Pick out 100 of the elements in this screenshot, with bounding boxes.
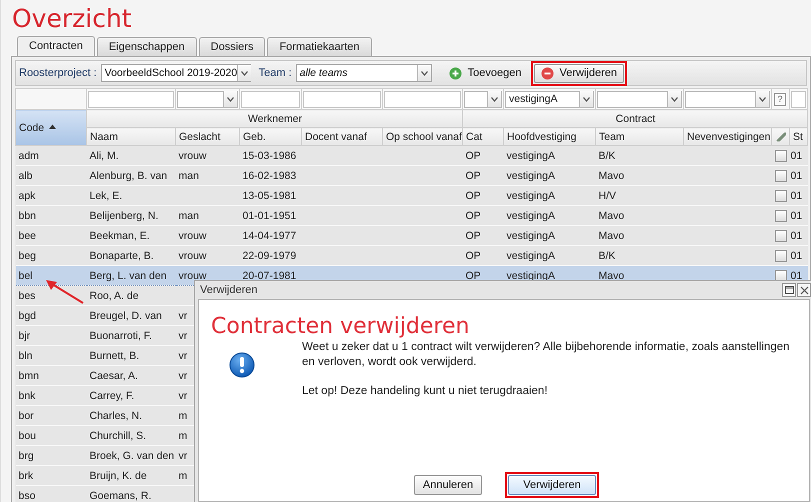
table-cell: 01	[790, 186, 808, 206]
table-cell: 01	[790, 226, 808, 246]
table-cell: OP	[462, 246, 504, 266]
table-cell: 01-01-1951	[240, 206, 302, 226]
table-cell: Mavo	[596, 206, 684, 226]
table-cell: bnk	[16, 386, 86, 406]
table-cell: man	[176, 166, 240, 186]
dialog-button[interactable]: Annuleren	[414, 475, 482, 495]
group-header: Werknemer	[86, 110, 462, 128]
table-cell: bln	[16, 346, 86, 366]
table-cell: vestigingA	[504, 206, 596, 226]
table-cell: 16-02-1983	[240, 166, 302, 186]
table-cell: Buonarroti, F.	[86, 326, 176, 346]
plus-circle-icon	[448, 66, 462, 80]
tab[interactable]: Contracten	[17, 36, 95, 56]
close-button[interactable]	[797, 283, 811, 297]
table-cell: vestigingA	[504, 166, 596, 186]
table-cell: bjr	[16, 326, 86, 346]
table-cell: bgd	[16, 306, 86, 326]
chevron-down-icon	[241, 70, 248, 76]
filter-field[interactable]	[384, 90, 461, 108]
table-cell: vrouw	[176, 146, 240, 166]
maximize-icon	[784, 286, 794, 294]
table-cell: man	[176, 206, 240, 226]
column-header[interactable]: Geslacht	[176, 128, 240, 146]
table-cell: vestigingA	[504, 186, 596, 206]
checkbox[interactable]	[774, 190, 786, 202]
checkbox[interactable]	[774, 230, 786, 242]
add-button[interactable]: Toevoegen	[444, 64, 526, 82]
tab[interactable]: Eigenschappen	[96, 37, 197, 56]
table-cell: OP	[462, 186, 504, 206]
table-cell: adm	[16, 146, 86, 166]
exclamation-icon	[229, 352, 255, 378]
filter-dropdown[interactable]	[685, 90, 770, 108]
table-cell: apk	[16, 186, 86, 206]
table-cell: bbn	[16, 206, 86, 226]
table-cell: Caesar, A.	[86, 366, 176, 386]
help-icon[interactable]: ?	[774, 92, 786, 106]
table-cell: vestigingA	[504, 146, 596, 166]
filter-field[interactable]	[88, 90, 174, 108]
filter-field[interactable]	[303, 90, 381, 108]
table-cell: vestigingA	[504, 246, 596, 266]
table-cell: alb	[16, 166, 86, 186]
tab[interactable]: Dossiers	[198, 37, 266, 56]
table-cell: bor	[16, 406, 86, 426]
column-header[interactable]: Team	[596, 128, 684, 146]
filter-dropdown[interactable]	[597, 90, 682, 108]
tab[interactable]: Formatiekaarten	[267, 37, 372, 56]
project-select[interactable]: VoorbeeldSchool 2019-2020	[100, 64, 251, 82]
maximize-button[interactable]	[782, 283, 796, 297]
filter-field[interactable]	[791, 90, 806, 108]
column-header[interactable]: Cat	[462, 128, 504, 146]
column-header[interactable]: Nevenvestigingen	[684, 128, 772, 146]
checkbox[interactable]	[774, 270, 786, 282]
table-cell: OP	[462, 206, 504, 226]
dialog-button[interactable]: Verwijderen	[508, 475, 596, 495]
checkbox[interactable]	[774, 150, 786, 162]
table-cell: Bonaparte, B.	[86, 246, 176, 266]
table-cell: B/K	[596, 146, 684, 166]
table-cell: Belijenberg, N.	[86, 206, 176, 226]
filter-dropdown[interactable]	[464, 90, 502, 108]
filter-dropdown[interactable]: vestigingA	[505, 90, 594, 108]
pointer-arrow	[45, 279, 85, 305]
table-cell: brg	[16, 446, 86, 466]
filter-field[interactable]	[241, 90, 300, 108]
column-header[interactable]: Hoofdvestiging	[504, 128, 596, 146]
table-cell: bel	[16, 266, 86, 286]
table-cell: Beekman, E.	[86, 226, 176, 246]
table-cell: 13-05-1981	[240, 186, 302, 206]
checkbox[interactable]	[774, 250, 786, 262]
table-cell: bmn	[16, 366, 86, 386]
close-icon	[800, 286, 808, 294]
column-header[interactable]: Naam	[86, 128, 176, 146]
column-header[interactable]: Code	[16, 110, 86, 146]
page-title: Overzicht	[11, 3, 133, 35]
filter-dropdown[interactable]	[177, 90, 238, 108]
table-cell: beg	[16, 246, 86, 266]
table-cell: Churchill, S.	[86, 426, 176, 446]
column-header[interactable]: Op school vanaf	[382, 128, 462, 146]
table-cell: Carrey, F.	[86, 386, 176, 406]
column-header[interactable]: Geb.	[240, 128, 302, 146]
table-cell: Lek, E.	[86, 186, 176, 206]
table-cell: Berg, L. van den	[86, 266, 176, 286]
team-select[interactable]: alle teams	[296, 64, 432, 82]
table-cell: H/V	[596, 186, 684, 206]
chevron-down-icon	[227, 96, 234, 102]
table-cell: OP	[462, 226, 504, 246]
column-header[interactable]: Docent vanaf	[302, 128, 382, 146]
checkbox[interactable]	[774, 170, 786, 182]
table-cell: OP	[462, 146, 504, 166]
table-cell: bee	[16, 226, 86, 246]
checkbox[interactable]	[774, 210, 786, 222]
table-cell: vestigingA	[504, 226, 596, 246]
delete-button[interactable]: Verwijderen	[534, 64, 624, 82]
table-cell: Mavo	[596, 166, 684, 186]
table-cell: 22-09-1979	[240, 246, 302, 266]
table-cell: B/K	[596, 246, 684, 266]
table-cell: 14-04-1977	[240, 226, 302, 246]
chevron-down-icon	[491, 96, 498, 102]
table-cell: vrouw	[176, 246, 240, 266]
